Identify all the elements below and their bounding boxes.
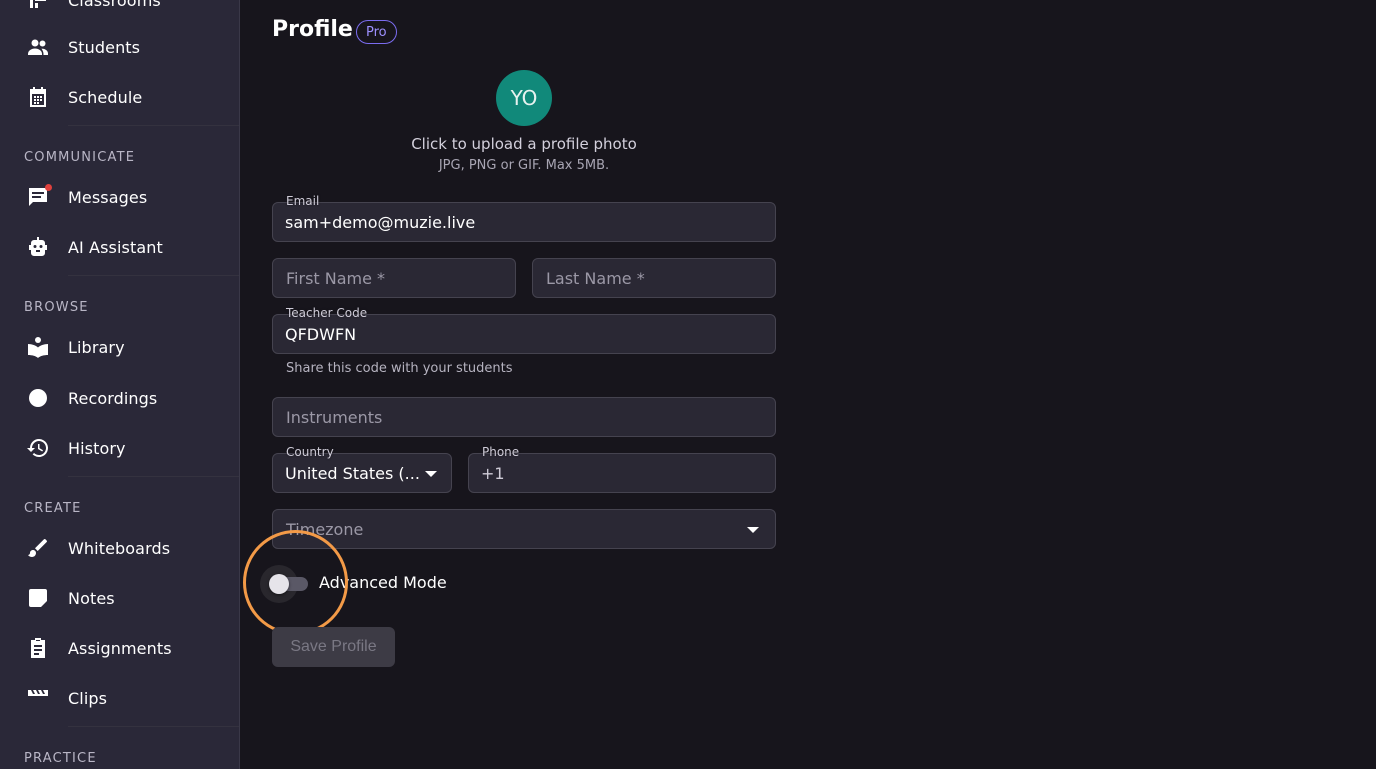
sidebar-item-messages[interactable]: Messages	[24, 179, 224, 215]
note-icon	[24, 584, 52, 612]
sidebar-divider	[68, 275, 239, 276]
section-title-create: CREATE	[24, 501, 82, 516]
email-label: Email	[286, 194, 320, 208]
sidebar-item-ai-assistant[interactable]: AI Assistant	[24, 229, 224, 265]
first-name-field[interactable]: First Name *	[272, 258, 516, 298]
sidebar-item-clips[interactable]: Clips	[24, 680, 224, 716]
phone-label: Phone	[482, 445, 520, 459]
sidebar-item-library[interactable]: Library	[24, 329, 224, 365]
advanced-mode-label[interactable]: Advanced Mode	[319, 573, 447, 592]
students-icon	[24, 33, 52, 61]
last-name-field[interactable]: Last Name *	[532, 258, 776, 298]
sidebar-item-label: Library	[68, 337, 125, 357]
sidebar-item-label: Assignments	[68, 638, 172, 658]
sidebar-item-label: Schedule	[68, 87, 143, 107]
timezone-select[interactable]: Timezone	[272, 509, 776, 549]
teacher-code-value: QFDWFN	[285, 325, 357, 344]
sidebar-item-assignments[interactable]: Assignments	[24, 630, 224, 666]
sidebar-item-history[interactable]: History	[24, 430, 224, 466]
sidebar-item-label: Clips	[68, 688, 108, 708]
history-icon	[24, 434, 52, 462]
sidebar-item-students[interactable]: Students	[24, 29, 224, 65]
sidebar-item-label: Students	[68, 37, 141, 57]
sidebar: Classrooms Students Schedule COMMUNICATE…	[0, 0, 240, 769]
first-name-placeholder: First Name *	[286, 269, 386, 288]
country-value: United States (...	[285, 464, 420, 483]
instruments-field[interactable]: Instruments	[272, 397, 776, 437]
phone-value: +1	[481, 464, 505, 483]
sidebar-item-label: Recordings	[68, 388, 158, 408]
upload-photo-hint: JPG, PNG or GIF. Max 5MB.	[438, 158, 610, 173]
sidebar-item-recordings[interactable]: Recordings	[24, 380, 224, 416]
pro-badge: Pro	[356, 20, 397, 44]
instruments-placeholder: Instruments	[286, 408, 383, 427]
sidebar-divider	[68, 125, 239, 126]
last-name-placeholder: Last Name *	[546, 269, 645, 288]
email-field[interactable]: Email sam+demo@muzie.live	[272, 194, 776, 242]
phone-field[interactable]: Phone +1	[468, 445, 776, 493]
timezone-placeholder: Timezone	[286, 520, 364, 539]
country-select[interactable]: Country United States (...	[272, 445, 452, 493]
calendar-icon	[24, 83, 52, 111]
sidebar-divider	[68, 476, 239, 477]
sidebar-item-label: Notes	[68, 588, 115, 608]
sidebar-item-classrooms[interactable]: Classrooms	[24, 0, 224, 18]
teacher-code-label: Teacher Code	[286, 306, 368, 320]
brush-icon	[24, 534, 52, 562]
sidebar-item-label: Messages	[68, 187, 148, 207]
teacher-code-field[interactable]: Teacher Code QFDWFN	[272, 306, 776, 354]
country-label: Country	[286, 445, 334, 459]
sidebar-item-schedule[interactable]: Schedule	[24, 79, 224, 115]
chevron-down-icon	[747, 527, 759, 533]
sidebar-item-label: AI Assistant	[68, 237, 163, 257]
sidebar-item-label: Whiteboards	[68, 538, 171, 558]
notification-dot	[45, 184, 52, 191]
sidebar-item-notes[interactable]: Notes	[24, 580, 224, 616]
sidebar-item-label: History	[68, 438, 126, 458]
section-title-practice: PRACTICE	[24, 751, 97, 766]
page-title: Profile	[272, 17, 353, 42]
classroom-icon	[24, 0, 52, 14]
messages-icon	[24, 183, 52, 211]
chevron-down-icon	[425, 471, 437, 477]
upload-photo-text[interactable]: Click to upload a profile photo	[272, 135, 776, 153]
section-title-browse: BROWSE	[24, 300, 89, 315]
clipboard-icon	[24, 634, 52, 662]
sidebar-item-label: Classrooms	[68, 0, 161, 10]
email-value: sam+demo@muzie.live	[285, 213, 476, 232]
clapperboard-icon	[24, 684, 52, 712]
sidebar-divider	[68, 726, 239, 727]
teacher-code-helper: Share this code with your students	[286, 361, 513, 376]
advanced-mode-toggle[interactable]	[269, 574, 289, 594]
save-profile-button[interactable]: Save Profile	[272, 627, 395, 667]
section-title-communicate: COMMUNICATE	[24, 150, 136, 165]
avatar-upload[interactable]: YO	[496, 70, 552, 126]
record-icon	[24, 384, 52, 412]
robot-icon	[24, 233, 52, 261]
library-icon	[24, 333, 52, 361]
sidebar-item-whiteboards[interactable]: Whiteboards	[24, 530, 224, 566]
